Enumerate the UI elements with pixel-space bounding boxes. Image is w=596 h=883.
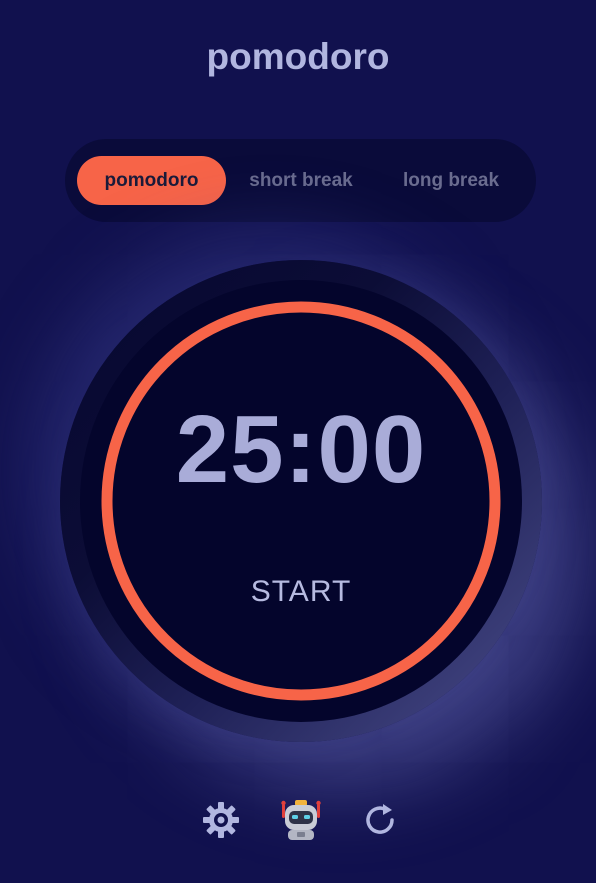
app-title: pomodoro bbox=[206, 36, 390, 77]
gear-icon[interactable] bbox=[201, 800, 241, 840]
timer-display: 25:00 bbox=[175, 396, 427, 503]
start-button[interactable]: START bbox=[101, 574, 501, 610]
robot-icon[interactable] bbox=[279, 798, 323, 842]
tab-short-break[interactable]: short break bbox=[227, 156, 375, 205]
mode-tab-bar: pomodoro short break long break bbox=[65, 139, 536, 222]
refresh-icon[interactable] bbox=[361, 801, 399, 839]
tab-pomodoro[interactable]: pomodoro bbox=[77, 156, 226, 205]
tab-long-break[interactable]: long break bbox=[379, 156, 523, 205]
